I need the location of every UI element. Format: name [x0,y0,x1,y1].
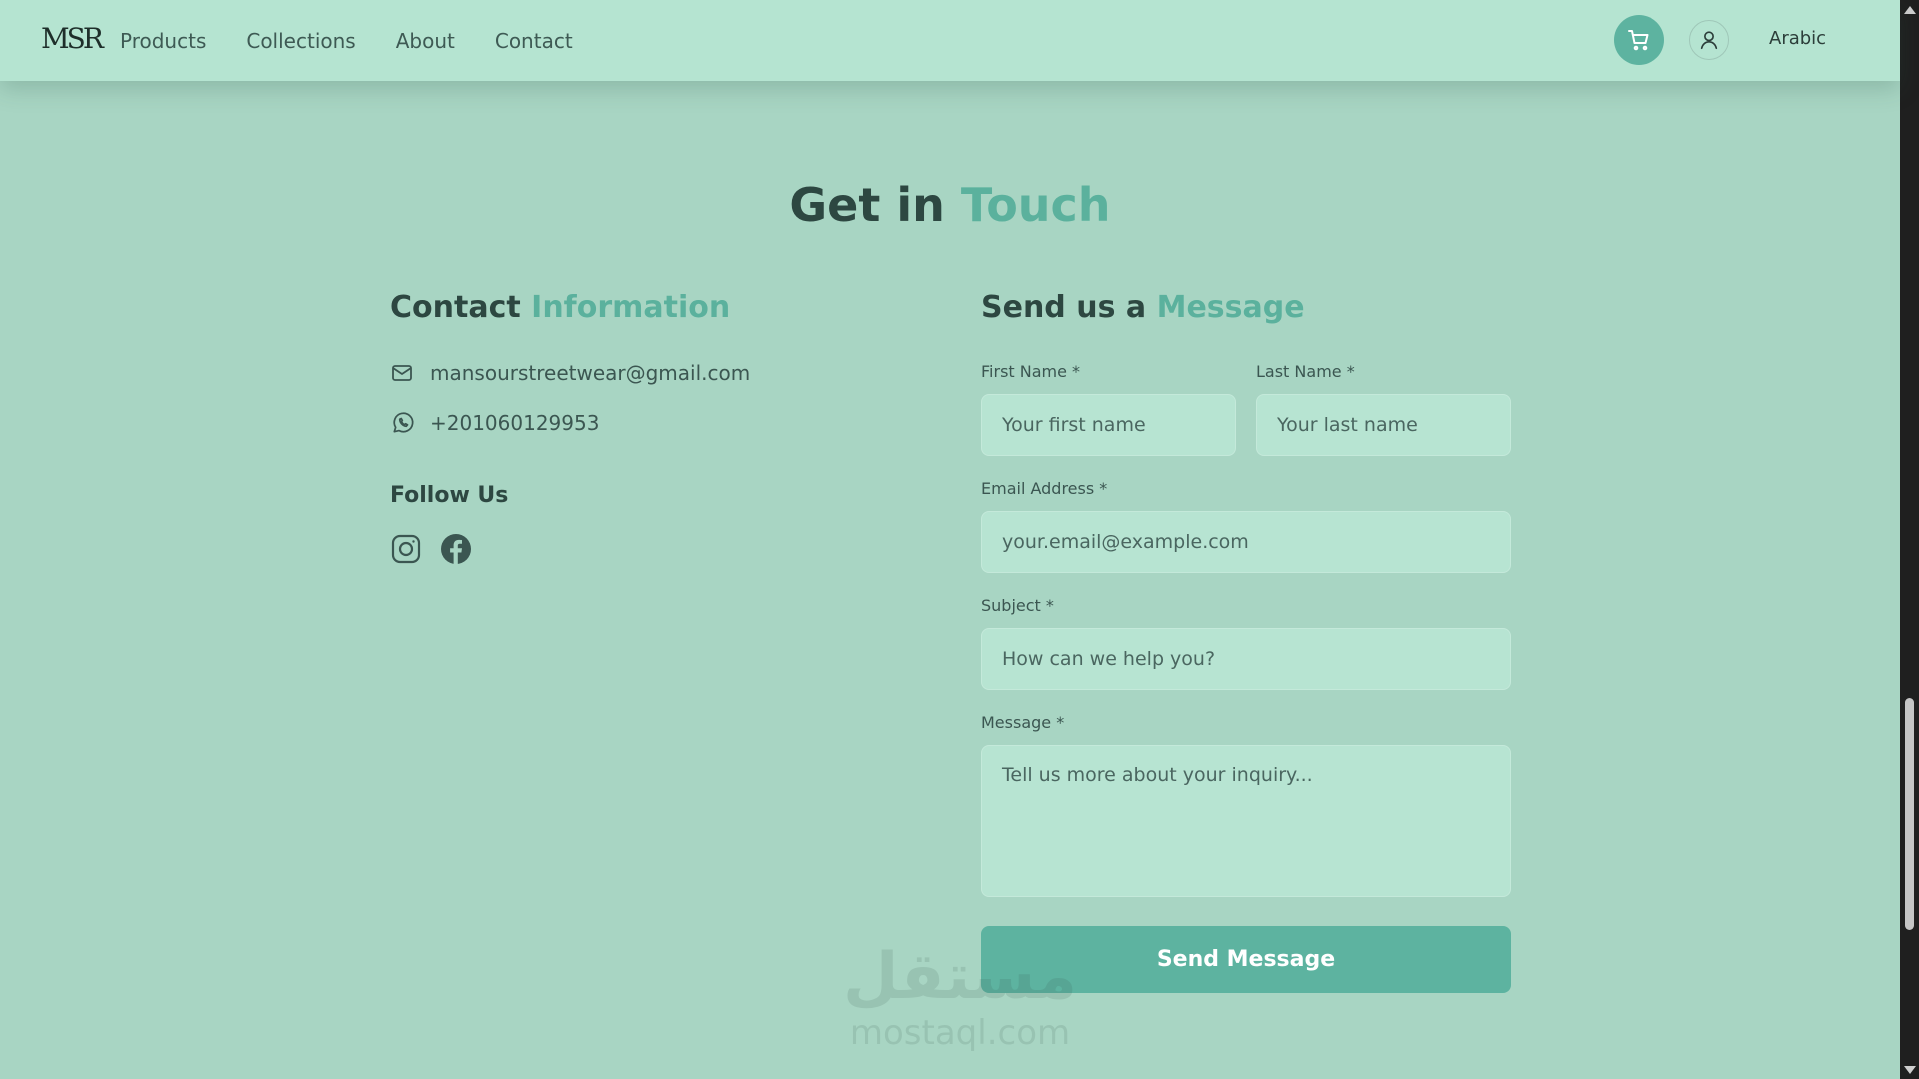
message-textarea[interactable] [981,745,1511,897]
form-title-main: Send us a [981,290,1147,325]
subject-label: Subject * [981,596,1054,615]
follow-us-title: Follow Us [390,483,509,508]
contact-phone[interactable]: +201060129953 [430,411,599,435]
form-title-accent: Message [1156,290,1305,325]
language-toggle[interactable]: Arabic [1769,28,1826,49]
scroll-up-arrow-icon[interactable] [1904,6,1916,14]
mail-icon [390,360,416,386]
nav-contact[interactable]: Contact [495,29,573,53]
watermark-arabic-text: مستقل [842,940,1078,1014]
contact-info-title: Contact Information [390,290,730,325]
scroll-down-arrow-icon[interactable] [1904,1066,1916,1074]
subject-input[interactable] [981,628,1511,690]
page-title-accent: Touch [960,178,1111,232]
page-scrollbar[interactable] [1900,0,1919,1079]
first-name-input[interactable] [981,394,1236,456]
contact-email[interactable]: mansourstreetwear@gmail.com [430,361,750,385]
nav-about[interactable]: About [396,29,455,53]
account-button[interactable] [1689,20,1729,60]
brand-logo[interactable]: MSR [41,22,104,56]
email-label: Email Address * [981,479,1108,498]
contact-info-title-accent: Information [531,290,731,325]
nav-collections[interactable]: Collections [246,29,355,53]
scroll-thumb[interactable] [1905,698,1914,930]
phone-row: +201060129953 [390,410,599,436]
last-name-label: Last Name * [1256,362,1355,381]
cart-icon [1628,30,1649,51]
email-row: mansourstreetwear@gmail.com [390,360,750,386]
email-field[interactable] [981,511,1511,573]
watermark-latin-text: mostaql.com [849,1013,1071,1053]
top-navbar: MSR Products Collections About Contact A… [0,0,1900,81]
instagram-icon[interactable] [390,533,422,565]
page-title: Get in Touch [0,178,1900,232]
main-nav: Products Collections About Contact [120,0,613,81]
facebook-icon[interactable] [440,533,472,565]
watermark-logo: مستقل mostaql.com [840,940,1080,1060]
contact-info-title-main: Contact [390,290,521,325]
form-title: Send us a Message [981,290,1305,325]
nav-products[interactable]: Products [120,29,206,53]
last-name-input[interactable] [1256,394,1511,456]
page-title-main: Get in [789,178,945,232]
message-label: Message * [981,713,1065,732]
cart-button[interactable] [1614,15,1664,65]
first-name-label: First Name * [981,362,1081,381]
whatsapp-icon [390,410,416,436]
user-icon [1700,31,1718,50]
